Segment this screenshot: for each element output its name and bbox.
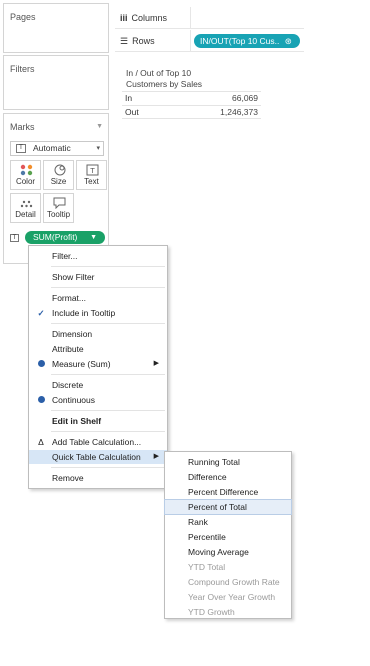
- size-icon: [54, 164, 66, 176]
- tooltip-icon: [53, 197, 66, 209]
- mark-type-dropdown[interactable]: T Automatic ▾: [10, 141, 104, 156]
- view-title-line2: Customers by Sales: [126, 79, 203, 89]
- tooltip-label: Tooltip: [46, 210, 71, 219]
- radio-selected-icon: [35, 393, 47, 407]
- menu-divider: [51, 374, 165, 375]
- menu-item-include-in-tooltip[interactable]: ✓ Include in Tooltip: [29, 306, 167, 320]
- size-label: Size: [50, 177, 67, 186]
- table-row[interactable]: In 66,069: [122, 91, 261, 105]
- mark-type-value: Automatic: [33, 143, 71, 153]
- menu-item-dimension[interactable]: Dimension: [29, 327, 167, 341]
- menu-item-continuous[interactable]: Continuous: [29, 393, 167, 407]
- menu-item-edit-in-shelf[interactable]: Edit in Shelf: [29, 414, 167, 428]
- submenu-item-compound-growth-rate: Compound Growth Rate: [188, 577, 280, 587]
- detail-button[interactable]: Detail: [10, 193, 41, 223]
- submenu-item-year-over-year-growth: Year Over Year Growth: [188, 592, 276, 602]
- rows-label-text: Rows: [132, 36, 155, 46]
- menu-item-add-table-calculation[interactable]: Δ Add Table Calculation...: [29, 435, 167, 449]
- menu-item-discrete[interactable]: Discrete: [29, 378, 167, 392]
- menu-item-show-filter[interactable]: Show Filter: [29, 270, 167, 284]
- text-encoding-icon: T: [10, 234, 19, 242]
- pill-dropdown-icon[interactable]: ▼: [90, 231, 97, 244]
- color-dots-icon: [20, 164, 33, 176]
- menu-item-remove[interactable]: Remove: [29, 471, 167, 485]
- submenu-item-percentile[interactable]: Percentile: [165, 530, 291, 544]
- chevron-down-icon: ▾: [96, 145, 100, 152]
- text-label: Text: [84, 177, 99, 186]
- quick-table-calc-submenu: Running Total Difference Percent Differe…: [164, 451, 292, 619]
- menu-item-filter[interactable]: Filter...: [29, 249, 167, 263]
- submenu-arrow-icon: ▶: [153, 360, 159, 367]
- table-row[interactable]: Out 1,246,373: [122, 105, 261, 119]
- menu-divider: [51, 431, 165, 432]
- submenu-item-difference[interactable]: Difference: [165, 470, 291, 484]
- pages-shelf[interactable]: Pages: [3, 3, 109, 53]
- text-icon: T: [86, 164, 99, 176]
- marks-title: Marks: [10, 122, 35, 132]
- marks-card: Marks ▼ T Automatic ▾ Color Size T Text …: [3, 113, 109, 264]
- text-button[interactable]: T Text: [76, 160, 107, 190]
- pages-title: Pages: [10, 12, 36, 22]
- row-key: In: [125, 93, 133, 103]
- menu-divider: [51, 410, 165, 411]
- columns-label-text: Columns: [131, 13, 168, 23]
- rows-icon: ☰: [120, 36, 129, 46]
- menu-item-measure[interactable]: Measure (Sum) ▶: [29, 357, 167, 371]
- sum-profit-pill[interactable]: SUM(Profit) ▼: [25, 231, 105, 244]
- rows-shelf-label: ☰ Rows: [115, 30, 190, 52]
- in-out-pill[interactable]: IN/OUT(Top 10 Cus.. ⊛: [194, 34, 300, 48]
- pill-context-menu: Filter... Show Filter Format... ✓ Includ…: [28, 245, 168, 489]
- rows-shelf[interactable]: IN/OUT(Top 10 Cus.. ⊛: [190, 30, 304, 52]
- menu-item-quick-table-calculation[interactable]: Quick Table Calculation ▶: [29, 450, 167, 464]
- columns-icon: iii: [120, 13, 128, 23]
- menu-item-attribute[interactable]: Attribute: [29, 342, 167, 356]
- view-title-line1: In / Out of Top 10: [126, 68, 192, 78]
- menu-divider: [51, 467, 165, 468]
- color-label: Color: [15, 177, 36, 186]
- menu-divider: [51, 323, 165, 324]
- radio-selected-icon: [35, 357, 47, 371]
- submenu-arrow-icon: ▶: [153, 453, 159, 460]
- set-icon: ⊛: [284, 36, 292, 46]
- submenu-item-running-total[interactable]: Running Total: [165, 455, 291, 469]
- size-button[interactable]: Size: [43, 160, 74, 190]
- detail-label: Detail: [15, 210, 36, 219]
- checkmark-icon: ✓: [37, 308, 45, 318]
- submenu-item-moving-average[interactable]: Moving Average: [165, 545, 291, 559]
- submenu-item-ytd-total: YTD Total: [188, 562, 226, 572]
- row-value: 1,246,373: [220, 107, 258, 117]
- marks-collapse-icon[interactable]: ▼: [96, 123, 103, 130]
- text-mark-icon: T: [16, 144, 26, 153]
- detail-icon: [20, 200, 33, 208]
- submenu-item-ytd-growth: YTD Growth: [188, 607, 235, 617]
- submenu-item-rank[interactable]: Rank: [165, 515, 291, 529]
- submenu-item-percent-difference[interactable]: Percent Difference: [165, 485, 291, 499]
- color-button[interactable]: Color: [10, 160, 41, 190]
- view-title: In / Out of Top 10 Customers by Sales: [126, 68, 236, 90]
- sum-profit-label: SUM(Profit): [33, 232, 78, 242]
- in-out-pill-label: IN/OUT(Top 10 Cus..: [200, 36, 280, 46]
- svg-text:T: T: [89, 167, 95, 175]
- menu-item-format[interactable]: Format...: [29, 291, 167, 305]
- columns-shelf[interactable]: [190, 7, 304, 29]
- row-value: 66,069: [232, 93, 258, 103]
- columns-shelf-label: iii Columns: [115, 7, 190, 29]
- filters-shelf[interactable]: Filters: [3, 55, 109, 110]
- filters-title: Filters: [10, 64, 35, 74]
- tooltip-button[interactable]: Tooltip: [43, 193, 74, 223]
- submenu-item-percent-of-total[interactable]: Percent of Total: [164, 499, 292, 515]
- row-key: Out: [125, 107, 139, 117]
- delta-icon: Δ: [38, 437, 44, 447]
- menu-divider: [51, 266, 165, 267]
- menu-divider: [51, 287, 165, 288]
